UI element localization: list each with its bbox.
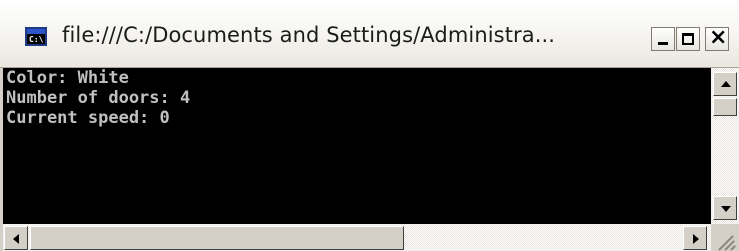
- arrow-down-icon: [721, 206, 731, 212]
- maximize-button[interactable]: [676, 27, 700, 51]
- horizontal-scroll-thumb[interactable]: [30, 226, 404, 250]
- console-line: Number of doors: 4: [6, 88, 191, 108]
- scroll-up-button[interactable]: [713, 72, 737, 96]
- maximize-icon: [682, 33, 694, 45]
- console-window-icon[interactable]: C:\: [25, 27, 47, 46]
- minimize-icon: [658, 42, 668, 45]
- title-bar[interactable]: C:\ file:///C:/Documents and Settings/Ad…: [0, 0, 739, 68]
- minimize-button[interactable]: [651, 27, 675, 51]
- scroll-down-button[interactable]: [713, 196, 737, 220]
- console-line: Color: White: [6, 68, 129, 88]
- console-line: Current speed: 0: [6, 108, 170, 128]
- resize-grip[interactable]: [711, 224, 739, 251]
- window-title: file:///C:/Documents and Settings/Admini…: [62, 23, 556, 47]
- scroll-right-button[interactable]: [683, 226, 707, 250]
- horizontal-scrollbar[interactable]: [0, 224, 711, 251]
- close-button[interactable]: ×: [705, 25, 729, 51]
- console-output[interactable]: Color: White Number of doors: 4 Current …: [0, 68, 711, 224]
- scroll-left-button[interactable]: [4, 226, 28, 250]
- vertical-scrollbar[interactable]: [711, 68, 739, 224]
- arrow-up-icon: [721, 81, 731, 87]
- close-icon: ×: [709, 25, 728, 50]
- arrow-left-icon: [13, 234, 19, 244]
- console-window: C:\ file:///C:/Documents and Settings/Ad…: [0, 0, 739, 251]
- vertical-scroll-thumb[interactable]: [713, 98, 737, 116]
- arrow-right-icon: [693, 234, 699, 244]
